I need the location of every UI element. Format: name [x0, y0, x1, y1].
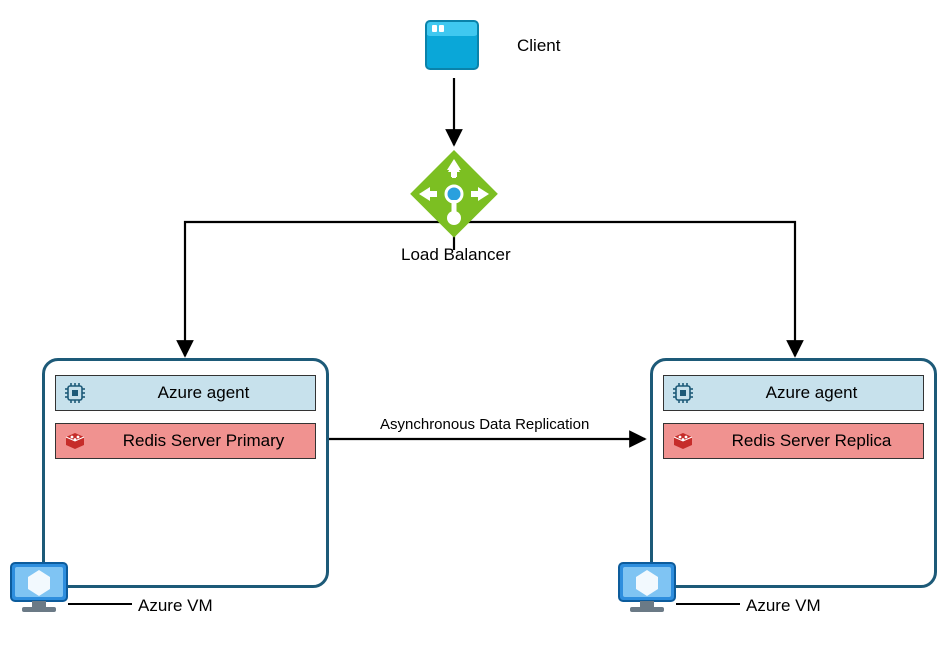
redis-icon — [62, 428, 88, 454]
redis-row-replica: Redis Server Replica — [663, 423, 924, 459]
client-label: Client — [517, 36, 560, 56]
vm-box-primary: Azure agent Redis Server Primary — [42, 358, 329, 588]
redis-replica-label: Redis Server Replica — [706, 431, 917, 451]
load-balancer-icon — [410, 150, 498, 238]
azure-vm-icon — [616, 560, 678, 618]
cpu-icon — [670, 380, 696, 406]
azure-vm-label-left: Azure VM — [138, 596, 213, 616]
redis-primary-label: Redis Server Primary — [98, 431, 309, 451]
azure-vm-icon — [8, 560, 70, 618]
azure-agent-label: Azure agent — [706, 383, 917, 403]
replication-label: Asynchronous Data Replication — [380, 416, 589, 433]
load-balancer-label: Load Balancer — [401, 245, 511, 265]
client-icon — [422, 18, 482, 73]
azure-agent-label: Azure agent — [98, 383, 309, 403]
azure-agent-row-replica: Azure agent — [663, 375, 924, 411]
redis-row-primary: Redis Server Primary — [55, 423, 316, 459]
vm-box-replica: Azure agent Redis Server Replica — [650, 358, 937, 588]
azure-vm-label-right: Azure VM — [746, 596, 821, 616]
azure-agent-row-primary: Azure agent — [55, 375, 316, 411]
redis-icon — [670, 428, 696, 454]
cpu-icon — [62, 380, 88, 406]
